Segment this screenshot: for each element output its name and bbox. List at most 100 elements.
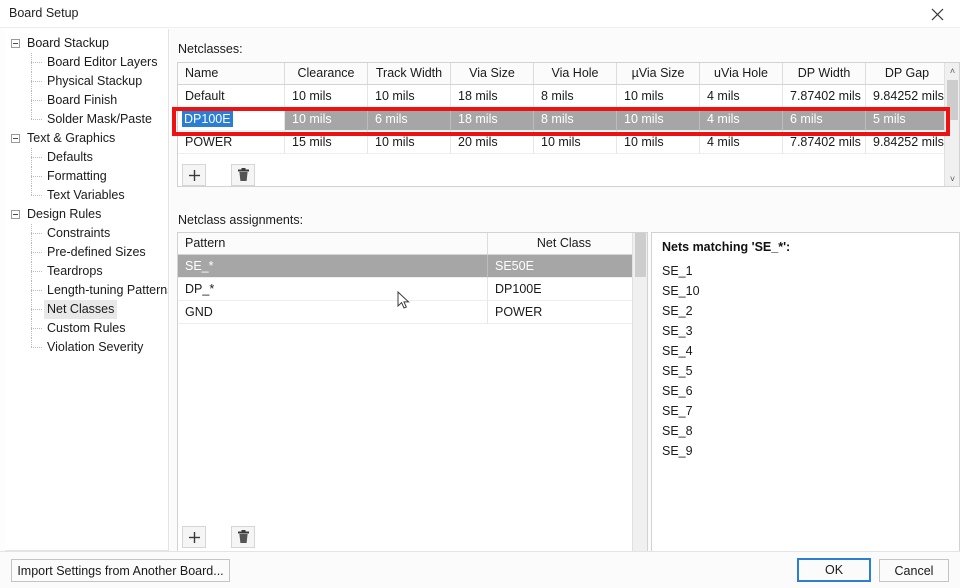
netclass-column-header[interactable]: Clearance	[285, 63, 368, 84]
netclass-cell[interactable]: 20 mils	[451, 131, 534, 154]
netclass-cell[interactable]: 8 mils	[534, 108, 617, 131]
net-list-item[interactable]: SE_7	[662, 401, 693, 421]
netclass-cell[interactable]: 18 mils	[451, 85, 534, 108]
settings-tree-sidebar[interactable]: Board Stackup Board Editor Layers Physical…	[5, 29, 169, 551]
assignments-scrollbar[interactable]	[632, 233, 647, 552]
sidebar-item-board-editor-layers[interactable]: Board Editor Layers	[5, 53, 168, 72]
netclass-row[interactable]: Default 10 mils 10 mils 18 mils 8 mils 10 mil…	[178, 85, 959, 108]
netclass-column-header[interactable]: Track Width	[368, 63, 451, 84]
netclass-column-header[interactable]: Via Hole	[534, 63, 617, 84]
net-list-item[interactable]: SE_8	[662, 421, 693, 441]
sidebar-item-physical-stackup[interactable]: Physical Stackup	[5, 72, 168, 91]
assignment-row[interactable]: SE_* SE50E	[178, 255, 647, 278]
sidebar-item-design-rules[interactable]: Design Rules	[5, 205, 168, 224]
netclass-cell[interactable]: 8 mils	[534, 85, 617, 108]
assignment-cell[interactable]: DP_*	[178, 278, 488, 301]
netclass-cell[interactable]: 5 mils	[866, 108, 949, 131]
netclass-column-header[interactable]: Name	[178, 63, 285, 84]
netclass-cell[interactable]: 7.87402 mils	[783, 131, 866, 154]
assignment-cell[interactable]: SE_*	[178, 255, 488, 278]
assignment-cell[interactable]: DP100E	[488, 278, 641, 301]
cancel-button[interactable]: Cancel	[879, 559, 949, 582]
add-assignment-button[interactable]	[182, 526, 206, 548]
netclass-cell[interactable]: 10 mils	[285, 85, 368, 108]
netclass-cell[interactable]: 10 mils	[368, 131, 451, 154]
netclass-cell[interactable]: 6 mils	[368, 108, 451, 131]
delete-netclass-button[interactable]	[231, 164, 255, 186]
sidebar-item-formatting[interactable]: Formatting	[5, 167, 168, 186]
assignment-cell[interactable]: GND	[178, 301, 488, 324]
assignment-row[interactable]: DP_* DP100E	[178, 278, 647, 301]
collapse-icon[interactable]	[11, 39, 20, 48]
import-settings-button[interactable]: Import Settings from Another Board...	[11, 559, 230, 582]
netclass-cell[interactable]: 9.84252 mils	[866, 131, 949, 154]
netclass-column-header[interactable]: DP Width	[783, 63, 866, 84]
sidebar-item-board-finish[interactable]: Board Finish	[5, 91, 168, 110]
net-list-item[interactable]: SE_1	[662, 261, 693, 281]
sidebar-item-text-variables[interactable]: Text Variables	[5, 186, 168, 205]
sidebar-item-violation-severity[interactable]: Violation Severity	[5, 338, 168, 357]
sidebar-item-length-tuning-patterns[interactable]: Length-tuning Patterns	[5, 281, 168, 300]
netclass-cell[interactable]: 10 mils	[534, 131, 617, 154]
netclass-row[interactable]: DP100E 10 mils 6 mils 18 mils 8 mils 10 mils 4…	[178, 108, 959, 131]
sidebar-item-solder-mask-paste[interactable]: Solder Mask/Paste	[5, 110, 168, 129]
scroll-thumb[interactable]	[635, 233, 646, 277]
netclass-cell[interactable]: DP100E	[178, 108, 285, 131]
netclass-name-editor[interactable]: DP100E	[182, 111, 233, 127]
netclass-cell[interactable]: 4 mils	[700, 131, 783, 154]
netclass-cell[interactable]: 7.87402 mils	[783, 85, 866, 108]
sidebar-item-custom-rules[interactable]: Custom Rules	[5, 319, 168, 338]
netclass-cell[interactable]: 10 mils	[368, 85, 451, 108]
net-list-item[interactable]: SE_4	[662, 341, 693, 361]
netclass-row[interactable]: POWER 15 mils 10 mils 20 mils 10 mils 10 mils…	[178, 131, 959, 154]
assignments-grid-header[interactable]: Pattern Net Class	[178, 233, 647, 255]
collapse-icon[interactable]	[11, 134, 20, 143]
netclass-cell[interactable]: 10 mils	[617, 131, 700, 154]
netclass-cell[interactable]: Default	[178, 85, 285, 108]
assignment-column-header[interactable]: Net Class	[488, 233, 641, 254]
netclasses-grid-body[interactable]: Default 10 mils 10 mils 18 mils 8 mils 10 mil…	[178, 85, 959, 154]
sidebar-item-net-classes[interactable]: Net Classes	[5, 300, 168, 319]
net-list-item[interactable]: SE_5	[662, 361, 693, 381]
sidebar-item-pre-defined-sizes[interactable]: Pre-defined Sizes	[5, 243, 168, 262]
sidebar-item-text-graphics[interactable]: Text & Graphics	[5, 129, 168, 148]
sidebar-item-defaults[interactable]: Defaults	[5, 148, 168, 167]
netclass-cell[interactable]: 4 mils	[700, 108, 783, 131]
sidebar-item-teardrops[interactable]: Teardrops	[5, 262, 168, 281]
ok-button[interactable]: OK	[797, 558, 871, 582]
assignments-grid-body[interactable]: SE_* SE50E DP_* DP100E GND POWER	[178, 255, 647, 324]
net-list-item[interactable]: SE_3	[662, 321, 693, 341]
matching-nets-panel[interactable]: Nets matching 'SE_*': SE_1 SE_10 SE_2 SE_3 S…	[651, 232, 960, 553]
net-list-item[interactable]: SE_10	[662, 281, 700, 301]
close-icon[interactable]	[914, 0, 960, 28]
scroll-down-icon[interactable]: ˅	[945, 171, 959, 186]
netclass-cell[interactable]: 10 mils	[285, 108, 368, 131]
sidebar-item-constraints[interactable]: Constraints	[5, 224, 168, 243]
collapse-icon[interactable]	[11, 210, 20, 219]
sidebar-item-board-stackup[interactable]: Board Stackup	[5, 34, 168, 53]
netclasses-scrollbar[interactable]: ˄ ˅	[944, 63, 959, 186]
assignment-cell[interactable]: POWER	[488, 301, 641, 324]
netclass-column-header[interactable]: Via Size	[451, 63, 534, 84]
assignments-grid[interactable]: Pattern Net Class SE_* SE50E DP_* DP100E GND P…	[177, 232, 648, 553]
netclass-cell[interactable]: POWER	[178, 131, 285, 154]
add-netclass-button[interactable]	[182, 164, 206, 186]
scroll-up-icon[interactable]: ˄	[945, 63, 959, 78]
netclass-cell[interactable]: 18 mils	[451, 108, 534, 131]
net-list-item[interactable]: SE_2	[662, 301, 693, 321]
netclass-cell[interactable]: 15 mils	[285, 131, 368, 154]
netclass-cell[interactable]: 10 mils	[617, 108, 700, 131]
assignment-cell[interactable]: SE50E	[488, 255, 641, 278]
netclass-column-header[interactable]: uVia Hole	[700, 63, 783, 84]
net-list-item[interactable]: SE_9	[662, 441, 693, 461]
net-list-item[interactable]: SE_6	[662, 381, 693, 401]
delete-assignment-button[interactable]	[231, 526, 255, 548]
scroll-thumb[interactable]	[947, 80, 958, 120]
assignment-row[interactable]: GND POWER	[178, 301, 647, 324]
netclass-column-header[interactable]: µVia Size	[617, 63, 700, 84]
netclass-cell[interactable]: 9.84252 mils	[866, 85, 949, 108]
netclass-cell[interactable]: 4 mils	[700, 85, 783, 108]
netclass-cell[interactable]: 6 mils	[783, 108, 866, 131]
netclass-cell[interactable]: 10 mils	[617, 85, 700, 108]
netclasses-grid-header[interactable]: Name Clearance Track Width Via Size Via Hole…	[178, 63, 959, 85]
